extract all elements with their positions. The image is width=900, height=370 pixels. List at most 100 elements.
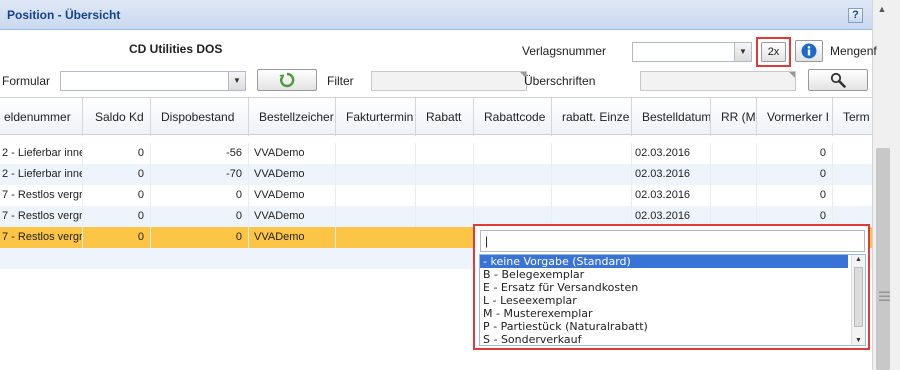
- cell-bestellzeichen: VVADemo: [249, 206, 336, 227]
- search-icon: [830, 72, 846, 88]
- table-row[interactable]: 2 - Lieferbar inner 0 -70 VVADemo 02.03.…: [0, 164, 872, 185]
- cell-saldo: 0: [83, 164, 151, 185]
- option-item[interactable]: M - Musterexemplar: [480, 307, 865, 320]
- panel-header: [0, 0, 872, 30]
- mengen-label: Mengenf: [830, 44, 877, 58]
- twox-highlight: 2x: [756, 37, 791, 67]
- col-header-dispobestand[interactable]: Dispobestand: [151, 98, 249, 136]
- info-button[interactable]: [795, 40, 823, 62]
- cell-rabatt-einzel: [552, 185, 632, 206]
- cell-bestelldatum: 02.03.2016: [632, 143, 711, 164]
- cell-saldo: 0: [83, 206, 151, 227]
- cell-vormerker: 0: [757, 164, 833, 185]
- option-item[interactable]: - keine Vorgabe (Standard): [480, 255, 848, 268]
- cell-dispo: -56: [151, 143, 249, 164]
- cell-fakturtermin: [336, 185, 416, 206]
- col-header-fakturtermin[interactable]: Fakturtermin: [336, 98, 416, 136]
- scrollbar-thumb[interactable]: [854, 267, 863, 327]
- rabattcode-editor-input[interactable]: |: [480, 230, 865, 252]
- col-header-termin[interactable]: Term: [833, 98, 872, 136]
- filter-combo[interactable]: [371, 71, 527, 91]
- combo-corner-icon: [789, 72, 795, 78]
- scrollbar-thumb[interactable]: [876, 148, 890, 370]
- refresh-icon: [279, 72, 295, 88]
- panel-title: Position - Übersicht: [7, 8, 121, 22]
- cell-bestellzeichen: VVADemo: [249, 227, 336, 248]
- cell-fakturtermin: [336, 143, 416, 164]
- cell-bestellzeichen: VVADemo: [249, 185, 336, 206]
- cell-rabattcode: [474, 143, 552, 164]
- refresh-button[interactable]: [257, 69, 317, 91]
- cell-fakturtermin: [336, 206, 416, 227]
- cell-vormerker: 0: [757, 185, 833, 206]
- formular-label: Formular: [2, 74, 51, 88]
- option-list-scrollbar[interactable]: ▲ ▼: [851, 255, 865, 345]
- table-row[interactable]: 2 - Lieferbar inner 0 -56 VVADemo 02.03.…: [0, 143, 872, 164]
- verlagsnummer-label: Verlagsnummer: [522, 44, 607, 58]
- cell-dispo: 0: [151, 185, 249, 206]
- chevron-down-icon[interactable]: ▼: [228, 72, 245, 90]
- cell-dispo: 0: [151, 227, 249, 248]
- help-button[interactable]: ?: [848, 8, 863, 23]
- ueberschriften-label: Überschriften: [524, 74, 596, 88]
- cell-rabatt: [416, 185, 474, 206]
- chevron-down-icon[interactable]: ▼: [734, 43, 751, 61]
- cell-rabattcode: [474, 185, 552, 206]
- col-header-rr[interactable]: RR (M: [711, 98, 757, 136]
- formular-combo[interactable]: ▼: [60, 71, 246, 91]
- scroll-down-arrow-icon[interactable]: ▼: [855, 337, 862, 344]
- table-row[interactable]: 7 - Restlos vergrif 0 0 VVADemo 02.03.20…: [0, 185, 872, 206]
- cell-meldenummer: 7 - Restlos vergrif: [0, 227, 83, 248]
- scroll-up-arrow-icon[interactable]: ▲: [876, 4, 888, 16]
- cell-saldo: 0: [83, 185, 151, 206]
- filter-label: Filter: [327, 74, 354, 88]
- option-item[interactable]: P - Partiestück (Naturalrabatt): [480, 320, 865, 333]
- cell-rr: [711, 185, 757, 206]
- cell-bestelldatum: 02.03.2016: [632, 185, 711, 206]
- cell-rabatt: [416, 164, 474, 185]
- cell-saldo: 0: [83, 143, 151, 164]
- cell-rr: [711, 143, 757, 164]
- section-title: CD Utilities DOS: [129, 42, 223, 56]
- search-button[interactable]: [808, 69, 868, 91]
- col-header-bestelldatum[interactable]: Bestelldatum: [632, 98, 711, 136]
- option-item[interactable]: E - Ersatz für Versandkosten: [480, 281, 865, 294]
- option-item[interactable]: L - Leseexemplar: [480, 294, 865, 307]
- cell-rabatt: [416, 206, 474, 227]
- cell-rr: [711, 164, 757, 185]
- info-icon: [801, 43, 817, 59]
- cell-rabattcode: [474, 164, 552, 185]
- cell-meldenummer: 7 - Restlos vergrif: [0, 206, 83, 227]
- cell-fakturtermin: [336, 164, 416, 185]
- cell-bestellzeichen: VVADemo: [249, 143, 336, 164]
- cell-meldenummer: 2 - Lieferbar inner: [0, 164, 83, 185]
- cell-vormerker: 0: [757, 143, 833, 164]
- col-header-rabattcode[interactable]: Rabattcode: [474, 98, 552, 136]
- option-item[interactable]: B - Belegexemplar: [480, 268, 865, 281]
- cell-dispo: 0: [151, 206, 249, 227]
- cell-rabatt-einzel: [552, 164, 632, 185]
- cell-meldenummer: 7 - Restlos vergrif: [0, 185, 83, 206]
- twox-button[interactable]: 2x: [761, 42, 786, 62]
- rabattcode-dropdown[interactable]: | - keine Vorgabe (Standard) B - Belegex…: [473, 224, 870, 350]
- cell-rabatt-einzel: [552, 143, 632, 164]
- ueberschriften-combo[interactable]: [640, 71, 796, 91]
- col-header-saldo-kd[interactable]: Saldo Kd: [83, 98, 151, 136]
- scroll-up-arrow-icon[interactable]: ▲: [855, 256, 862, 263]
- grid-header: eldenummer Saldo Kd Dispobestand Bestell…: [0, 97, 872, 136]
- cell-bestelldatum: 02.03.2016: [632, 164, 711, 185]
- option-item[interactable]: S - Sonderverkauf: [480, 333, 865, 345]
- cell-meldenummer: 2 - Lieferbar inner: [0, 143, 83, 164]
- cell-saldo: 0: [83, 227, 151, 248]
- col-header-rabatt[interactable]: Rabatt: [416, 98, 474, 136]
- verlagsnummer-combo[interactable]: ▼: [632, 42, 752, 62]
- scrollbar-grip-icon: — — —: [879, 286, 890, 306]
- cell-rabatt: [416, 143, 474, 164]
- col-header-vormerker[interactable]: Vormerker I: [757, 98, 833, 136]
- rabattcode-option-list[interactable]: - keine Vorgabe (Standard) B - Belegexem…: [479, 254, 866, 346]
- col-header-rabatt-einzel[interactable]: rabatt. Einze: [552, 98, 632, 136]
- cell-dispo: -70: [151, 164, 249, 185]
- cell-bestellzeichen: VVADemo: [249, 164, 336, 185]
- col-header-meldenummer[interactable]: eldenummer: [0, 98, 83, 136]
- col-header-bestellzeichen[interactable]: Bestellzeicher: [249, 98, 336, 136]
